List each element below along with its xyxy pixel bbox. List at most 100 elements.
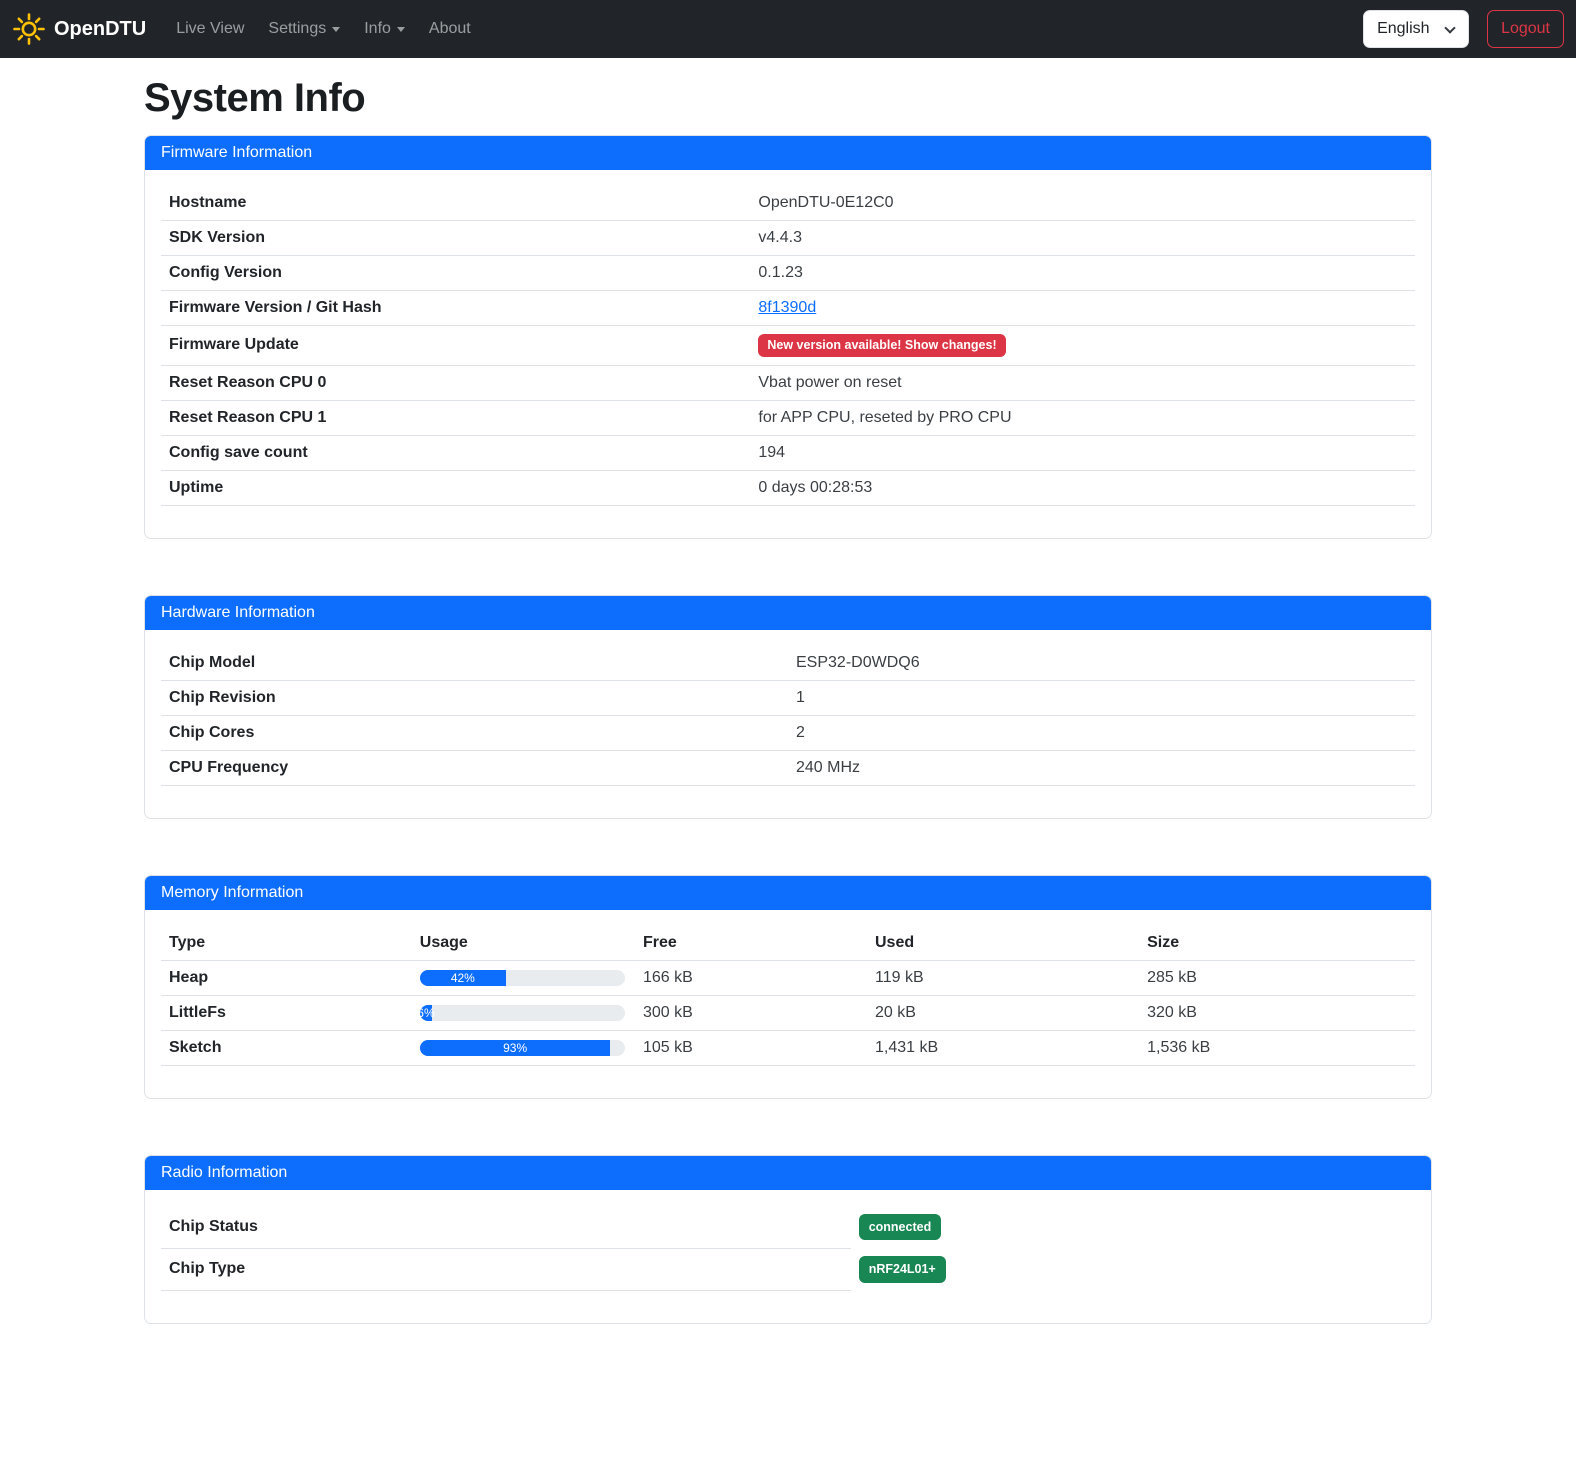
navbar-right: English Logout [1363,10,1564,48]
sketch-free-value: 105 kB [635,1030,867,1065]
firmware-row-label: Config Version [161,256,750,291]
sdk-version-value: v4.4.3 [750,221,1415,256]
memory-table: Type Usage Free Used Size Heap 42% [161,926,1415,1066]
littlefs-usage-progressbar: 6% [420,1005,625,1021]
memory-row-label: Sketch [161,1030,412,1065]
hardware-table: Chip Model ESP32-D0WDQ6 Chip Revision 1 … [161,646,1415,786]
firmware-row-label: Firmware Version / Git Hash [161,291,750,326]
git-hash-link[interactable]: 8f1390d [758,299,816,316]
chip-type-badge: nRF24L01+ [859,1256,946,1283]
chip-model-value: ESP32-D0WDQ6 [788,646,1415,681]
table-row: Chip Status connected [161,1206,1415,1249]
top-navbar: OpenDTU Live View Settings Info About En… [0,0,1576,58]
page-title: System Info [144,76,1432,121]
language-select[interactable]: English [1363,10,1469,48]
hostname-value: OpenDTU-0E12C0 [750,186,1415,221]
nav-item-settings[interactable]: Settings [260,12,348,46]
table-row: Config Version 0.1.23 [161,256,1415,291]
littlefs-used-value: 20 kB [867,995,1139,1030]
column-header-usage: Usage [412,926,635,961]
radio-table: Chip Status connected Chip Type nRF24L01… [161,1206,1415,1292]
column-header-size: Size [1139,926,1415,961]
chip-status-badge: connected [859,1214,942,1241]
brand-label: OpenDTU [54,18,146,41]
reset-reason-cpu0-value: Vbat power on reset [750,365,1415,400]
radio-row-label: Chip Status [161,1206,851,1249]
column-header-type: Type [161,926,412,961]
chevron-down-icon [332,27,340,32]
column-header-free: Free [635,926,867,961]
firmware-row-label: Reset Reason CPU 0 [161,365,750,400]
table-row: Chip Model ESP32-D0WDQ6 [161,646,1415,681]
column-header-used: Used [867,926,1139,961]
hardware-information-card: Hardware Information Chip Model ESP32-D0… [144,595,1432,819]
sketch-usage-progressbar: 93% [420,1040,625,1056]
radio-card-body: Chip Status connected Chip Type nRF24L01… [145,1190,1431,1324]
hardware-row-label: Chip Revision [161,680,788,715]
main-container: System Info Firmware Information Hostnam… [128,76,1448,1324]
table-row: Uptime 0 days 00:28:53 [161,470,1415,505]
chip-cores-value: 2 [788,715,1415,750]
chevron-down-icon [397,27,405,32]
firmware-table: Hostname OpenDTU-0E12C0 SDK Version v4.4… [161,186,1415,506]
nav-item-live-view-label: Live View [176,20,244,38]
hardware-row-label: Chip Cores [161,715,788,750]
sun-logo-icon [12,12,46,46]
heap-free-value: 166 kB [635,960,867,995]
firmware-row-label: Firmware Update [161,326,750,366]
reset-reason-cpu1-value: for APP CPU, reseted by PRO CPU [750,400,1415,435]
nav-links: Live View Settings Info About [164,12,483,46]
table-row: Reset Reason CPU 0 Vbat power on reset [161,365,1415,400]
firmware-row-label: Reset Reason CPU 1 [161,400,750,435]
brand[interactable]: OpenDTU [12,12,146,46]
nav-item-about[interactable]: About [421,12,479,46]
table-row: CPU Frequency 240 MHz [161,750,1415,785]
sketch-size-value: 1,536 kB [1139,1030,1415,1065]
cpu-frequency-value: 240 MHz [788,750,1415,785]
config-version-value: 0.1.23 [750,256,1415,291]
chip-revision-value: 1 [788,680,1415,715]
chevron-down-icon [1444,22,1455,33]
memory-row-label: LittleFs [161,995,412,1030]
table-row: Sketch 93% 105 kB 1,431 kB 1,536 kB [161,1030,1415,1065]
hardware-row-label: CPU Frequency [161,750,788,785]
firmware-information-card: Firmware Information Hostname OpenDTU-0E… [144,135,1432,539]
table-row: SDK Version v4.4.3 [161,221,1415,256]
firmware-row-label: SDK Version [161,221,750,256]
hardware-row-label: Chip Model [161,646,788,681]
table-row: Hostname OpenDTU-0E12C0 [161,186,1415,221]
nav-item-live-view[interactable]: Live View [168,12,252,46]
progress-label: 42% [451,971,475,985]
firmware-row-label: Hostname [161,186,750,221]
nav-item-settings-label: Settings [268,20,326,38]
memory-row-label: Heap [161,960,412,995]
config-save-count-value: 194 [750,435,1415,470]
table-row: Chip Revision 1 [161,680,1415,715]
table-row: Config save count 194 [161,435,1415,470]
nav-item-info[interactable]: Info [356,12,413,46]
radio-information-card: Radio Information Chip Status connected … [144,1155,1432,1325]
nav-item-info-label: Info [364,20,391,38]
logout-button[interactable]: Logout [1487,10,1564,48]
firmware-card-header: Firmware Information [145,136,1431,170]
hardware-card-body: Chip Model ESP32-D0WDQ6 Chip Revision 1 … [145,630,1431,818]
table-row: LittleFs 6% 300 kB 20 kB 320 kB [161,995,1415,1030]
heap-size-value: 285 kB [1139,960,1415,995]
progress-label: 93% [503,1041,527,1055]
table-row: Heap 42% 166 kB 119 kB 285 kB [161,960,1415,995]
language-select-value: English [1377,20,1429,38]
firmware-card-body: Hostname OpenDTU-0E12C0 SDK Version v4.4… [145,170,1431,538]
table-row: Firmware Version / Git Hash 8f1390d [161,291,1415,326]
uptime-value: 0 days 00:28:53 [750,470,1415,505]
heap-used-value: 119 kB [867,960,1139,995]
radio-card-header: Radio Information [145,1156,1431,1190]
heap-usage-progressbar: 42% [420,970,625,986]
memory-card-body: Type Usage Free Used Size Heap 42% [145,910,1431,1098]
nav-item-about-label: About [429,20,471,38]
progress-label: 6% [417,1006,434,1020]
firmware-row-label: Config save count [161,435,750,470]
table-row: Chip Cores 2 [161,715,1415,750]
memory-card-header: Memory Information [145,876,1431,910]
firmware-update-badge[interactable]: New version available! Show changes! [758,334,1005,357]
table-row: Chip Type nRF24L01+ [161,1248,1415,1291]
